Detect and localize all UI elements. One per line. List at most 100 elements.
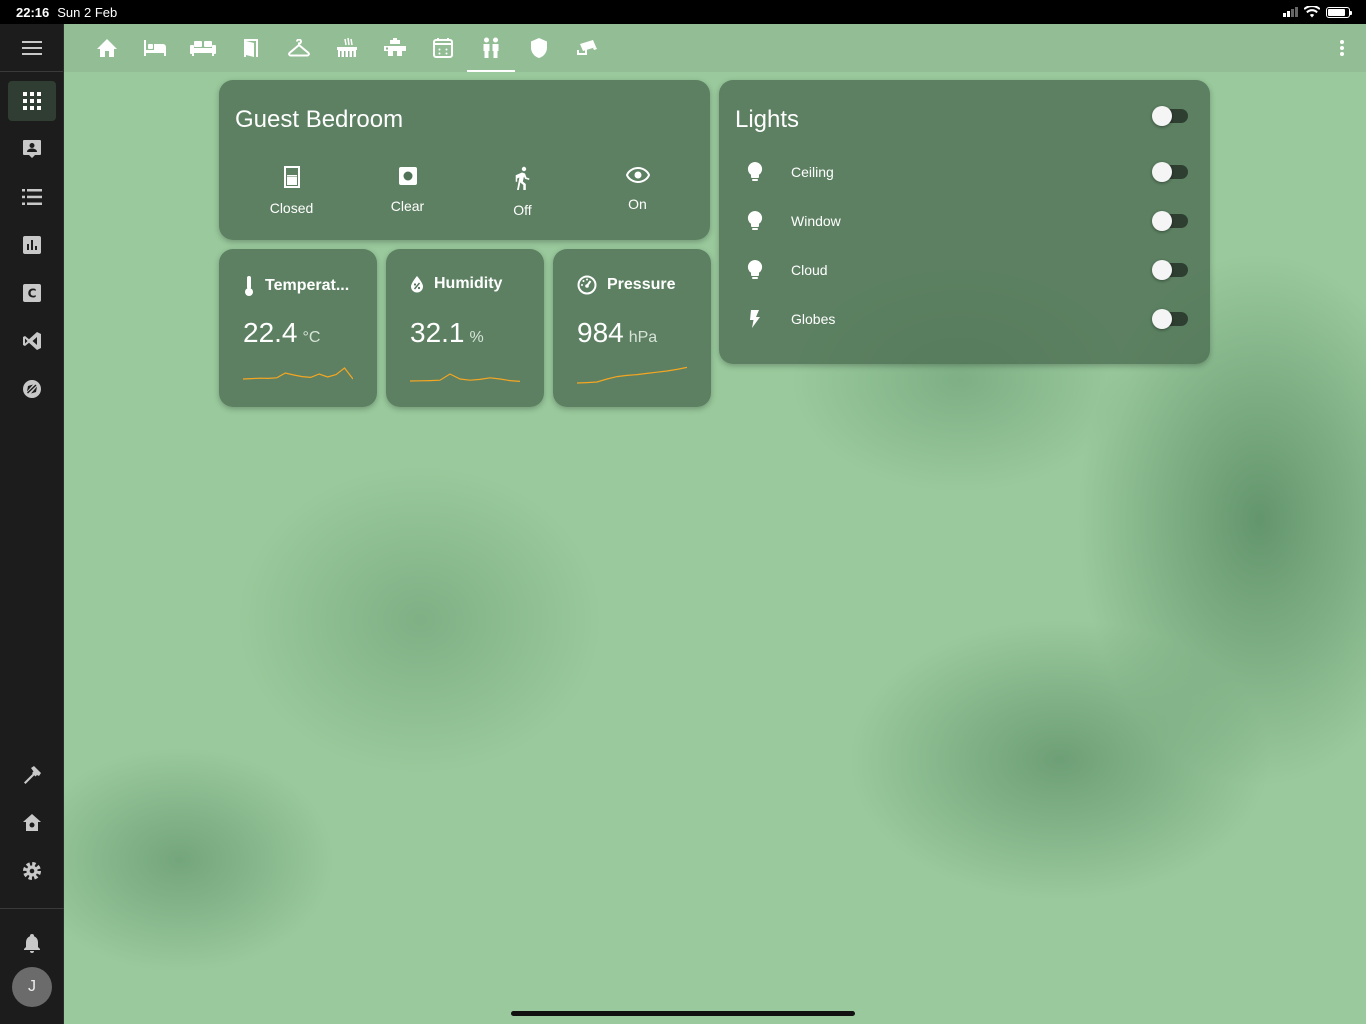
sensor-card-pressure[interactable]: Pressure 984 hPa [553,249,711,407]
entity-presence[interactable]: On [580,166,695,212]
sidebar-divider [0,908,64,909]
sensor-value: 22.4 [243,317,298,348]
lights-master-toggle[interactable] [1152,106,1188,126]
sensor-sparkline [577,366,687,384]
tab-guest[interactable] [467,24,515,72]
sensor-reading: 22.4 °C [243,317,320,349]
visual-studio-code-icon [23,332,41,350]
sidebar-item-c-panel[interactable]: C [8,273,56,313]
sidebar-item-overview[interactable] [8,81,56,121]
bell-icon [24,934,40,953]
sparkline-path [243,367,353,380]
tab-cameras[interactable] [563,24,611,72]
sensor-header: Pressure [577,275,676,295]
hanger-icon [288,39,310,57]
light-row-globes[interactable]: Globes [735,299,1195,339]
home-indicator[interactable] [511,1011,855,1016]
entity-motion-state: Off [513,202,532,218]
sidebar-item-code-editor[interactable] [8,321,56,361]
sensor-unit: % [469,329,484,346]
sensor-sparkline [410,373,520,382]
sidebar-item-notifications[interactable] [8,923,56,963]
water-percent-icon [411,276,423,293]
tab-kitchen[interactable] [419,24,467,72]
sidebar-item-developer-tools[interactable] [8,755,56,795]
door-closed-icon [283,166,300,188]
lights-title: Lights [735,106,800,133]
entity-door-state: Closed [269,200,314,216]
home-icon [97,39,117,57]
status-date: Sun 2 Feb [57,4,118,20]
shield-icon [531,38,547,58]
light-toggle-cloud[interactable] [1152,260,1188,280]
sidebar-item-map[interactable] [8,129,56,169]
shower-icon [337,37,357,57]
sensor-header: Temperat... [243,275,349,297]
entity-motion[interactable]: Off [465,166,580,218]
gauge-icon [577,275,597,295]
room-card: Guest Bedroom Closed Clear Off On [219,80,710,240]
toggle-knob [1152,211,1172,231]
lightbulb-icon [747,259,763,279]
door-icon [244,39,258,57]
light-toggle-ceiling[interactable] [1152,162,1188,182]
tab-security[interactable] [515,24,563,72]
flash-icon [750,310,760,328]
toggle-knob [1152,106,1172,126]
home-addon-icon [23,814,41,831]
sensor-name: Humidity [434,275,503,292]
wifi-icon [1304,6,1320,18]
account-box-icon [23,140,41,158]
sidebar-item-history[interactable] [8,225,56,265]
sensor-card-humidity[interactable]: Humidity 32.1 % [386,249,544,407]
view-tab-bar [64,24,1366,72]
more-options-button[interactable] [1330,36,1354,60]
battery-icon [1326,6,1352,18]
hammer-icon [24,766,41,784]
tab-living-room[interactable] [179,24,227,72]
pipe-icon [384,38,406,56]
stove-icon [433,38,453,58]
cctv-icon [577,40,597,55]
letter-c-box-icon: C [23,284,41,302]
entity-door[interactable]: Closed [234,166,349,216]
entity-presence-state: On [628,196,647,212]
toggle-knob [1152,260,1172,280]
user-avatar[interactable]: J [12,967,52,1007]
tab-bathroom[interactable] [323,24,371,72]
light-toggle-window[interactable] [1152,211,1188,231]
sensor-unit: hPa [628,329,658,346]
thermometer-icon [245,276,253,296]
sensor-name: Pressure [607,276,676,293]
sidebar-item-settings[interactable] [8,851,56,891]
entity-occupancy-state: Clear [390,198,425,214]
light-toggle-globes[interactable] [1152,309,1188,329]
eye-icon [625,166,650,184]
toggle-knob [1152,162,1172,182]
sensor-name: Temperat... [265,277,350,294]
tab-home[interactable] [83,24,131,72]
compass-slash-icon [23,380,41,398]
hamburger-menu-icon [21,40,42,55]
tab-door[interactable] [227,24,275,72]
sensor-value: 32.1 [410,317,465,348]
light-name: Window [791,213,841,229]
tab-bedroom[interactable] [131,24,179,72]
sofa-icon [190,41,216,56]
sidebar-item-zigbee[interactable] [8,369,56,409]
sensor-card-temperature[interactable]: Temperat... 22.4 °C [219,249,377,407]
chart-bar-icon [23,236,41,254]
sidebar: C J [0,24,64,1024]
entity-occupancy[interactable]: Clear [350,166,465,214]
sidebar-item-logbook[interactable] [8,177,56,217]
light-row-window[interactable]: Window [735,201,1195,241]
sidebar-item-addons[interactable] [8,803,56,843]
tab-utility[interactable] [371,24,419,72]
light-name: Cloud [791,262,828,278]
light-row-cloud[interactable]: Cloud [735,250,1195,290]
sidebar-menu-button[interactable] [0,24,63,72]
format-list-icon [22,189,42,205]
tab-wardrobe[interactable] [275,24,323,72]
light-row-ceiling[interactable]: Ceiling [735,152,1195,192]
sensor-reading: 32.1 % [410,317,484,349]
